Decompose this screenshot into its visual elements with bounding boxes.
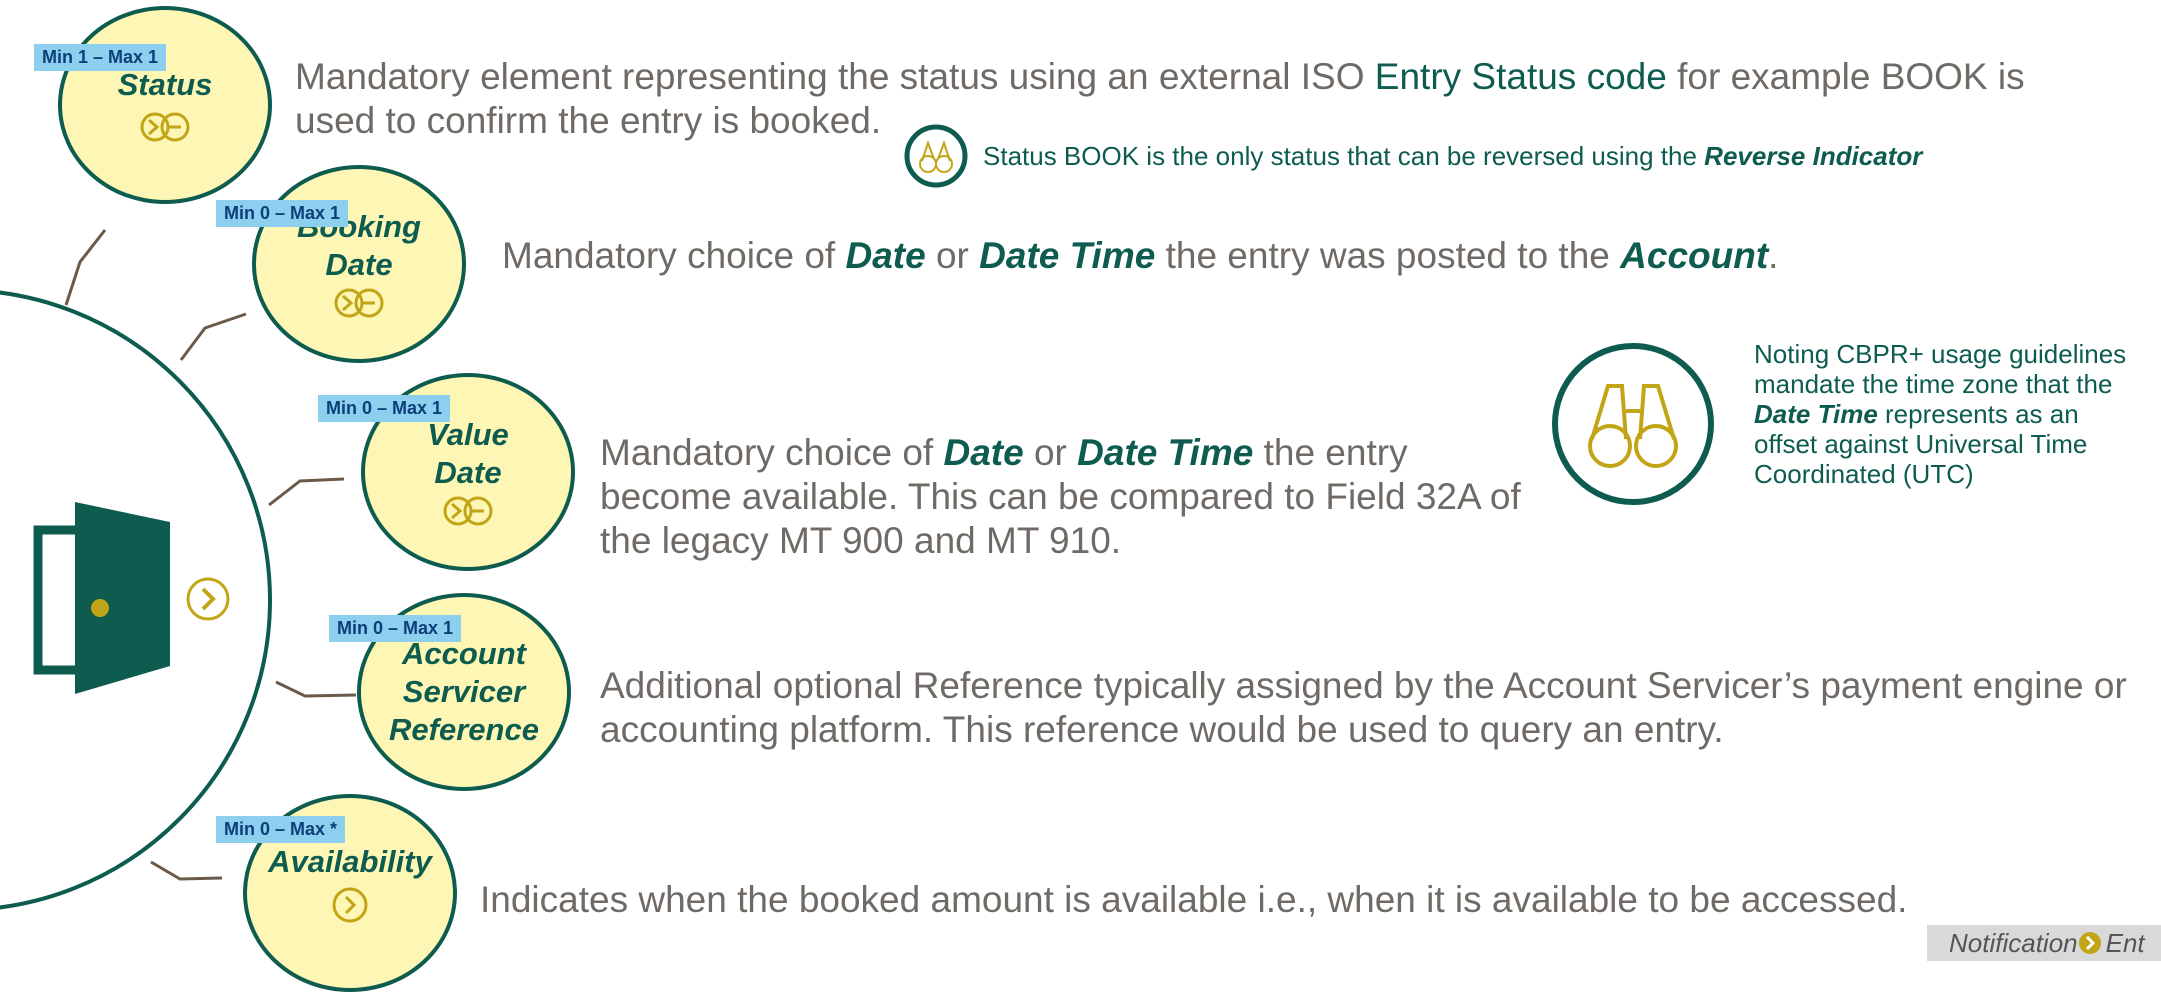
breadcrumb[interactable]: Notification Ent <box>1927 925 2161 961</box>
connector-booking-date <box>179 312 247 361</box>
date-time-note: Noting CBPR+ usage guidelines mandate th… <box>1754 339 2127 489</box>
status-element[interactable]: Status <box>58 6 272 204</box>
connector-status <box>64 229 107 306</box>
chevron-right-icon[interactable] <box>185 576 231 622</box>
breadcrumb-notification[interactable]: Notification <box>1949 928 2078 959</box>
choice-icon <box>443 496 493 526</box>
binoculars-icon <box>1552 343 1714 505</box>
choice-icon <box>140 112 190 142</box>
binoculars-icon <box>904 124 968 188</box>
availability-title: Availability <box>268 844 432 879</box>
availability-multiplicity-badge: Min 0 – Max * <box>216 816 346 843</box>
status-note: Status BOOK is the only status that can … <box>903 123 1922 189</box>
reference-title-line3: Reference <box>389 712 539 747</box>
open-door-icon <box>33 502 170 694</box>
booking-date-multiplicity-badge: Min 0 – Max 1 <box>216 200 349 227</box>
reference-title-line2: Servicer <box>402 674 526 709</box>
status-title: Status <box>117 67 213 102</box>
connector-availability <box>150 860 223 881</box>
status-multiplicity-badge: Min 1 – Max 1 <box>34 44 167 71</box>
booking-date-element[interactable]: Booking Date <box>252 165 466 363</box>
chevron-right-icon <box>2078 932 2101 954</box>
booking-date-description: Mandatory choice of Date or Date Time th… <box>502 235 1779 276</box>
reference-multiplicity-badge: Min 0 – Max 1 <box>329 615 462 642</box>
connector-value-date <box>268 477 345 507</box>
breadcrumb-entry[interactable]: Ent <box>2106 928 2145 959</box>
value-date-title-line2: Date <box>434 455 502 490</box>
connector-reference <box>275 680 357 698</box>
choice-icon <box>334 288 384 318</box>
value-date-multiplicity-badge: Min 0 – Max 1 <box>318 395 451 422</box>
chevron-right-icon <box>332 887 368 923</box>
value-date-description: Mandatory choice of Date or Date Time th… <box>600 432 1521 561</box>
availability-description: Indicates when the booked amount is avai… <box>480 879 1908 920</box>
reference-description: Additional optional Reference typically … <box>600 665 2127 750</box>
booking-date-title-line2: Date <box>325 247 393 282</box>
